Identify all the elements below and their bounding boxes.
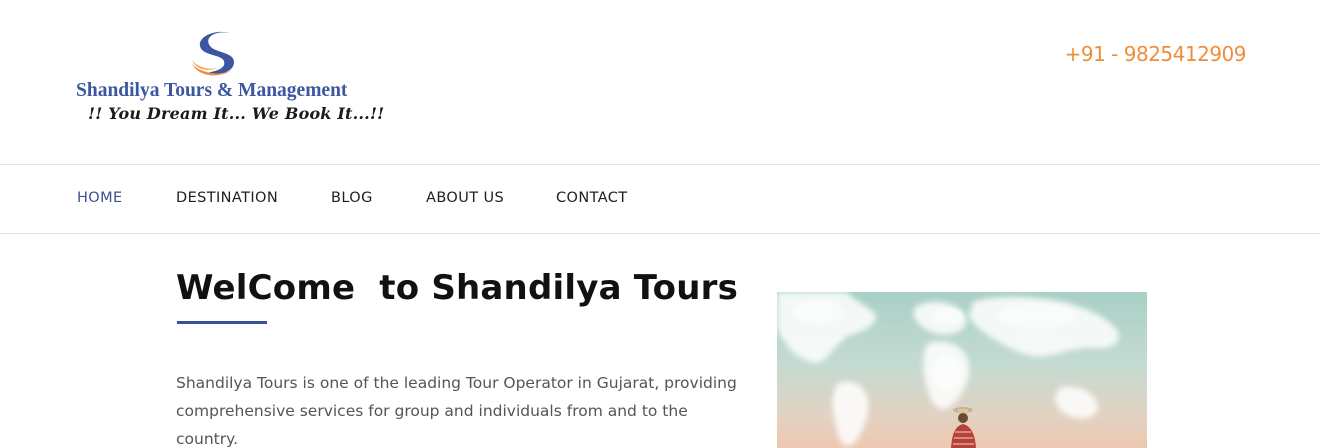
traveler-figure bbox=[951, 407, 976, 448]
nav-item-destination[interactable]: DESTINATION bbox=[176, 190, 278, 206]
title-underline bbox=[177, 321, 267, 324]
s-swoosh-logo-icon bbox=[192, 31, 234, 76]
phone-number[interactable]: +91 - 9825412909 bbox=[1065, 42, 1247, 66]
intro-paragraph: Shandilya Tours is one of the leading To… bbox=[176, 374, 737, 448]
main-nav: HOME DESTINATION BLOG ABOUT US CONTACT bbox=[0, 164, 1320, 234]
site-logo[interactable]: Shandilya Tours & Management !! You Drea… bbox=[76, 30, 384, 130]
world-map-clouds-illustration bbox=[777, 292, 1119, 448]
nav-item-home[interactable]: HOME bbox=[77, 190, 123, 206]
logo-tagline: !! You Dream It... We Book It...!! bbox=[88, 104, 385, 123]
site-header: Shandilya Tours & Management !! You Drea… bbox=[0, 0, 1320, 164]
nav-item-contact[interactable]: CONTACT bbox=[556, 190, 628, 206]
logo-name: Shandilya Tours & Management bbox=[76, 80, 348, 101]
nav-item-about-us[interactable]: ABOUT US bbox=[426, 190, 504, 206]
hero-image bbox=[777, 292, 1147, 448]
nav-item-blog[interactable]: BLOG bbox=[331, 190, 373, 206]
page-title: WelCome to Shandilya Tours bbox=[176, 268, 739, 308]
